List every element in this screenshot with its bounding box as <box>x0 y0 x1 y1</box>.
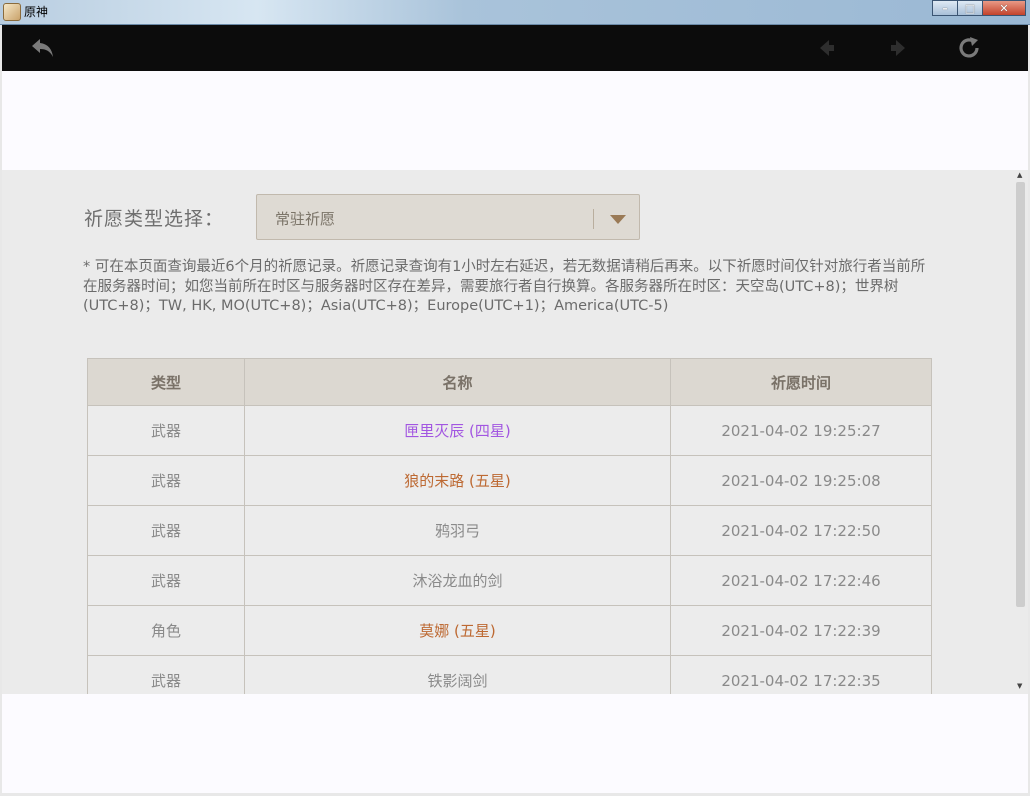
nav-right-icon <box>891 40 905 56</box>
scroll-up-icon[interactable]: ▲ <box>1017 171 1022 179</box>
window-title: 原神 <box>24 5 49 19</box>
wish-notice-text: * 可在本页面查询最近6个月的祈愿记录。祈愿记录查询有1小时左右延迟，若无数据请… <box>83 259 926 314</box>
wish-history-panel: 祈愿类型选择： 常驻祈愿 * 可在本页面查询最近6个月的祈愿记录。祈愿记录查询有… <box>2 170 1014 694</box>
cell-name: 匣里灭辰 (四星) <box>244 405 671 456</box>
wish-type-select[interactable]: 常驻祈愿 <box>256 194 640 240</box>
cell-type: 武器 <box>87 655 245 694</box>
wish-records-table: 类型 名称 祈愿时间 武器 匣里灭辰 (四星) 2021-04-02 19:25… <box>87 358 932 694</box>
header-type: 类型 <box>87 358 245 406</box>
cell-time: 2021-04-02 19:25:08 <box>670 455 932 506</box>
cell-time: 2021-04-02 17:22:50 <box>670 505 932 556</box>
refresh-button[interactable] <box>954 33 984 63</box>
table-row: 武器 狼的末路 (五星) 2021-04-02 19:25:08 <box>87 455 932 506</box>
browser-toolbar <box>2 25 1028 71</box>
refresh-icon <box>959 37 979 58</box>
cell-type: 武器 <box>87 505 245 556</box>
cell-time: 2021-04-02 17:22:46 <box>670 555 932 606</box>
table-row: 武器 沐浴龙血的剑 2021-04-02 17:22:46 <box>87 555 932 606</box>
vertical-scrollbar[interactable]: ▲ ▼ <box>1014 170 1028 694</box>
nav-left-icon <box>820 40 834 56</box>
minimize-button[interactable]: – <box>932 0 958 16</box>
cell-name: 铁影阔剑 <box>244 655 671 694</box>
chevron-down-icon <box>610 215 626 224</box>
maximize-button[interactable]: □ <box>957 0 983 16</box>
cell-type: 武器 <box>87 455 245 506</box>
cell-type: 角色 <box>87 605 245 656</box>
table-row: 武器 铁影阔剑 2021-04-02 17:22:35 <box>87 655 932 694</box>
minimize-icon: – <box>942 1 948 15</box>
cell-type: 武器 <box>87 555 245 606</box>
cell-name: 鸦羽弓 <box>244 505 671 556</box>
page-header-area <box>2 71 1028 170</box>
cell-type: 武器 <box>87 405 245 456</box>
cell-time: 2021-04-02 17:22:35 <box>670 655 932 694</box>
cell-name: 沐浴龙血的剑 <box>244 555 671 606</box>
close-button[interactable]: ✕ <box>982 0 1026 16</box>
back-arrow-icon <box>32 39 53 57</box>
select-divider <box>593 209 594 229</box>
scrollbar-thumb[interactable] <box>1016 182 1025 607</box>
header-time: 祈愿时间 <box>670 358 932 406</box>
nav-next-button[interactable] <box>883 33 913 63</box>
back-button[interactable] <box>28 33 58 63</box>
cell-name: 狼的末路 (五星) <box>244 455 671 506</box>
table-row: 武器 匣里灭辰 (四星) 2021-04-02 19:25:27 <box>87 405 932 456</box>
cell-time: 2021-04-02 19:25:27 <box>670 405 932 456</box>
wish-type-selected: 常驻祈愿 <box>275 210 336 228</box>
cell-time: 2021-04-02 17:22:39 <box>670 605 932 656</box>
nav-prev-button[interactable] <box>812 33 842 63</box>
table-row: 角色 莫娜 (五星) 2021-04-02 17:22:39 <box>87 605 932 656</box>
table-header-row: 类型 名称 祈愿时间 <box>87 358 932 406</box>
window-titlebar: 原神 – □ ✕ <box>0 0 1030 25</box>
close-icon: ✕ <box>999 1 1009 15</box>
app-icon <box>3 3 21 21</box>
page-footer-area <box>2 694 1028 793</box>
table-row: 武器 鸦羽弓 2021-04-02 17:22:50 <box>87 505 932 556</box>
header-name: 名称 <box>244 358 671 406</box>
maximize-icon: □ <box>964 1 976 15</box>
wish-type-label: 祈愿类型选择： <box>84 208 225 230</box>
scroll-down-icon[interactable]: ▼ <box>1017 682 1022 690</box>
cell-name: 莫娜 (五星) <box>244 605 671 656</box>
window-controls: – □ ✕ <box>932 0 1026 16</box>
